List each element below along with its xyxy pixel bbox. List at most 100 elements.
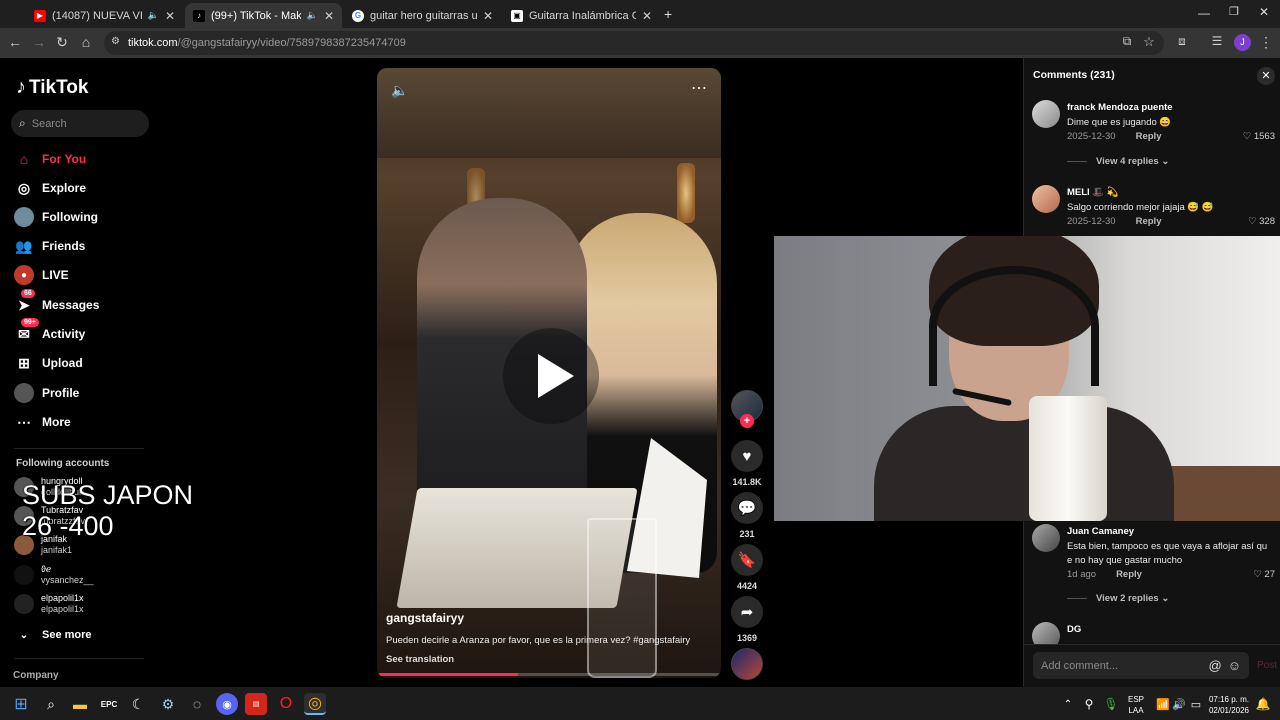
new-tab-icon[interactable]: + bbox=[664, 6, 672, 22]
back-icon[interactable]: ← bbox=[6, 34, 24, 50]
nav-friends[interactable]: 👥 Friends bbox=[14, 236, 85, 256]
browser-tab-tiktok[interactable]: ♪ (99+) TikTok - Make Your Da 🔈 ✕ bbox=[185, 3, 342, 28]
stream-overlay-text: SUBS JAPON 26 -400 bbox=[22, 480, 194, 541]
browser-menu-icon[interactable]: ⋮ bbox=[1257, 34, 1275, 51]
see-translation-link[interactable]: See translation bbox=[386, 654, 454, 665]
microphone-icon[interactable]: 🎙 bbox=[1100, 693, 1122, 715]
search-input[interactable]: ⌕ Search bbox=[11, 110, 149, 137]
reply-button[interactable]: Reply bbox=[1136, 131, 1162, 142]
close-tab-icon[interactable]: ✕ bbox=[642, 9, 652, 23]
share-button[interactable]: ➦ 1369 bbox=[731, 596, 763, 643]
epic-games-icon[interactable]: EPC bbox=[98, 693, 120, 715]
video-author[interactable]: gangstafairyy bbox=[386, 611, 464, 625]
browser-tab-bar: ▶ (14087) NUEVA VIDA (Lyric 🔈 ✕ ♪ (99+) … bbox=[0, 0, 1280, 28]
chevron-down-icon: ⌄ bbox=[19, 629, 29, 641]
chevron-up-icon[interactable]: ⌃ bbox=[1057, 693, 1079, 715]
app-icon[interactable]: ▤ bbox=[245, 693, 267, 715]
emoji-icon[interactable]: ☺ bbox=[1228, 658, 1247, 673]
view-replies-button[interactable]: View 2 replies ⌄ bbox=[1067, 593, 1169, 604]
music-disc-icon[interactable] bbox=[731, 648, 763, 680]
like-button[interactable]: ♥ 141.8K bbox=[731, 440, 763, 487]
close-tab-icon[interactable]: ✕ bbox=[324, 9, 334, 23]
home-icon[interactable]: ⌂ bbox=[77, 34, 95, 50]
company-link[interactable]: Company bbox=[13, 670, 59, 681]
comment-like-button[interactable]: ♡ 328 bbox=[1248, 216, 1275, 227]
speaker-icon[interactable]: 🔈 bbox=[148, 10, 159, 21]
extensions-icon[interactable]: ⧈ bbox=[1173, 34, 1191, 49]
activity-badge: 99+ bbox=[21, 318, 39, 327]
comment-button[interactable]: 💬 231 bbox=[731, 492, 763, 539]
avatar[interactable] bbox=[1032, 185, 1060, 213]
nav-profile[interactable]: Profile bbox=[14, 383, 79, 403]
nav-activity[interactable]: ✉ 99+ Activity bbox=[14, 318, 85, 344]
following-account[interactable]: ϑℯ vysanchez__ bbox=[14, 564, 94, 586]
reload-icon[interactable]: ↻ bbox=[53, 34, 71, 51]
mention-icon[interactable]: @ bbox=[1209, 658, 1228, 673]
heart-outline-icon: ♡ bbox=[1242, 131, 1252, 142]
minimize-icon[interactable]: — bbox=[1198, 6, 1210, 20]
video-player[interactable]: 🔈 ⋯ gangstafairyy Pueden decirle a Aranz… bbox=[377, 68, 721, 678]
avatar bbox=[14, 565, 34, 585]
save-button[interactable]: 🔖 4424 bbox=[731, 544, 763, 591]
cast-icon[interactable]: ⧉ bbox=[1118, 34, 1136, 49]
forward-icon[interactable]: → bbox=[30, 34, 48, 50]
close-comments-button[interactable]: ✕ bbox=[1257, 67, 1275, 85]
post-button[interactable]: Post bbox=[1257, 660, 1277, 671]
messages-icon: ➤ 66 bbox=[14, 289, 35, 315]
profile-avatar[interactable]: J bbox=[1234, 34, 1251, 51]
live-icon: ● bbox=[14, 265, 34, 285]
comment-like-button[interactable]: ♡ 1563 bbox=[1243, 131, 1275, 142]
more-options-icon[interactable]: ⋯ bbox=[691, 78, 707, 98]
browser-tab-store[interactable]: ▣ Guitarra Inalámbrica Guitar Her ✕ bbox=[503, 3, 660, 28]
language-indicator[interactable]: ESP LAA bbox=[1122, 694, 1150, 716]
reply-button[interactable]: Reply bbox=[1116, 569, 1142, 580]
discord-icon[interactable]: ◉ bbox=[216, 693, 238, 715]
browser-tab-youtube[interactable]: ▶ (14087) NUEVA VIDA (Lyric 🔈 ✕ bbox=[26, 3, 183, 28]
chrome-icon[interactable]: ◎ bbox=[304, 693, 326, 715]
speaker-icon[interactable]: 🔈 bbox=[307, 10, 318, 21]
app-icon[interactable]: ☾ bbox=[127, 693, 149, 715]
file-explorer-icon[interactable]: ▬ bbox=[69, 693, 91, 715]
nav-more[interactable]: ⋯ More bbox=[14, 412, 71, 432]
webcam-scene bbox=[874, 406, 1174, 521]
nav-following[interactable]: Following bbox=[14, 207, 98, 227]
nav-for-you[interactable]: ⌂ For You bbox=[14, 149, 86, 169]
chevron-down-icon: ⌄ bbox=[1161, 593, 1170, 604]
browser-tab-google[interactable]: G guitar hero guitarras usb - Busca ✕ bbox=[344, 3, 501, 28]
nav-explore[interactable]: ◎ Explore bbox=[14, 178, 86, 198]
reading-list-icon[interactable]: ☰ bbox=[1208, 34, 1226, 48]
app-icon[interactable]: ◌ bbox=[186, 693, 208, 715]
play-button[interactable] bbox=[503, 328, 599, 424]
see-more-button[interactable]: ⌄ See more bbox=[14, 625, 92, 645]
heart-outline-icon: ♡ bbox=[1253, 569, 1262, 580]
following-account[interactable]: elpapolil1x elpapolil1x bbox=[14, 593, 84, 615]
opera-icon[interactable]: O bbox=[275, 693, 297, 715]
search-icon[interactable]: ⌕ bbox=[40, 693, 62, 715]
app-tray-icon[interactable]: ⚲ bbox=[1078, 693, 1100, 715]
restore-icon[interactable]: ❐ bbox=[1229, 5, 1239, 18]
nav-upload[interactable]: ⊞ Upload bbox=[14, 353, 83, 373]
close-window-icon[interactable]: ✕ bbox=[1259, 5, 1269, 19]
close-tab-icon[interactable]: ✕ bbox=[165, 9, 175, 23]
nav-live[interactable]: ● LIVE bbox=[14, 265, 69, 285]
webcam-overlay bbox=[774, 236, 1280, 521]
comment-like-button[interactable]: ♡ 27 bbox=[1253, 569, 1275, 580]
avatar[interactable] bbox=[1032, 100, 1060, 128]
comment-input[interactable]: Add comment... @☺ bbox=[1033, 652, 1249, 679]
clock[interactable]: 07:16 p. m. 02/01/2026 bbox=[1204, 694, 1254, 716]
site-info-icon[interactable]: ⚙ bbox=[111, 36, 120, 47]
reply-button[interactable]: Reply bbox=[1136, 216, 1162, 227]
tiktok-logo[interactable]: ♪ TikTok bbox=[16, 76, 88, 99]
nav-messages[interactable]: ➤ 66 Messages bbox=[14, 289, 99, 315]
address-bar[interactable]: ⚙ tiktok.com/@gangstafairyy/video/758979… bbox=[104, 31, 1164, 55]
steam-icon[interactable]: ⚙ bbox=[157, 693, 179, 715]
video-progress-bar[interactable] bbox=[377, 673, 721, 676]
notification-bell-icon[interactable]: 🔔 bbox=[1252, 693, 1274, 715]
follow-plus-icon[interactable]: + bbox=[740, 414, 754, 428]
close-tab-icon[interactable]: ✕ bbox=[483, 9, 493, 23]
avatar[interactable] bbox=[1032, 524, 1060, 552]
mute-icon[interactable]: 🔈 bbox=[391, 82, 408, 99]
bookmark-star-icon[interactable]: ☆ bbox=[1140, 34, 1158, 50]
windows-start-icon[interactable]: ⊞ bbox=[10, 693, 32, 715]
view-replies-button[interactable]: View 4 replies ⌄ bbox=[1067, 156, 1169, 167]
